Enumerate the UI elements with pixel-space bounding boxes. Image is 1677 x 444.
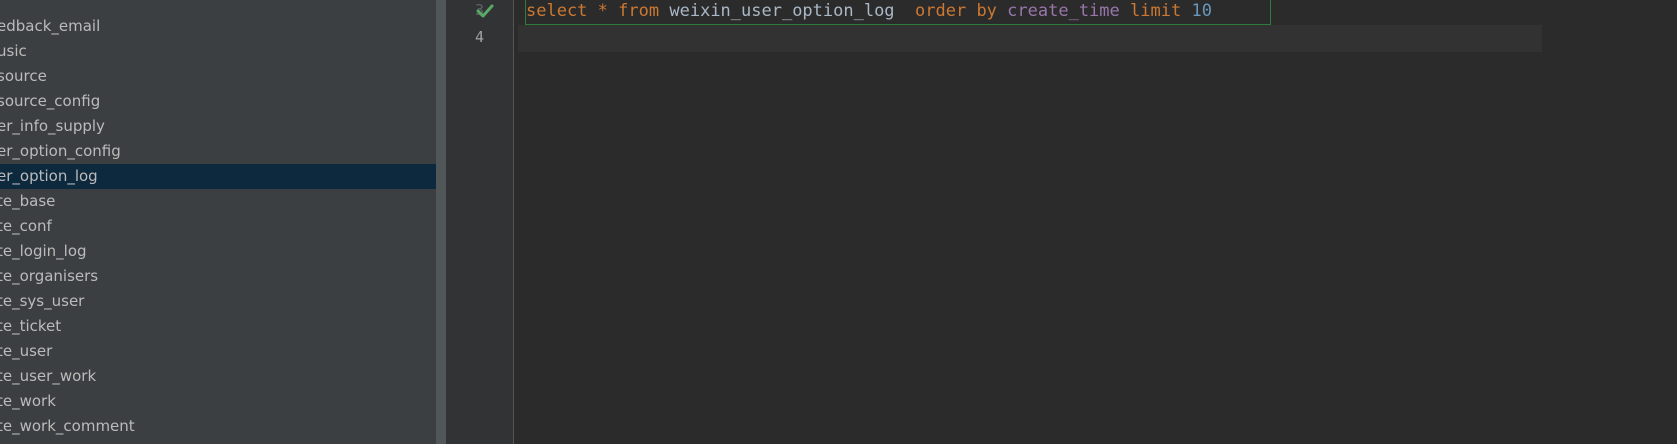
- tree-item[interactable]: er_info_supply: [0, 114, 436, 139]
- tree-item-label: edback_email: [0, 17, 101, 35]
- keyword-from: from: [618, 1, 660, 21]
- keyword-order-by: order by: [915, 1, 997, 21]
- tree-item-label: er_option_log: [0, 167, 98, 185]
- tree-item[interactable]: usic: [0, 39, 436, 64]
- query-line[interactable]: select * from weixin_user_option_log ord…: [525, 0, 1271, 25]
- tree-item-label: source: [0, 67, 47, 85]
- tree-item-label: te_login_log: [0, 242, 87, 260]
- tree-item[interactable]: er_option_log: [0, 164, 436, 189]
- table-name: weixin_user_option_log: [669, 1, 895, 21]
- line-number-current: 4: [474, 28, 484, 46]
- tree-item-label: te_work: [0, 392, 56, 410]
- tree-item[interactable]: te_base: [0, 189, 436, 214]
- keyword-select: select: [526, 1, 588, 21]
- tree-item-label: te_conf: [0, 217, 52, 235]
- tree-item-label: te_ticket: [0, 317, 62, 335]
- tree-item-label: te_user: [0, 342, 53, 360]
- keyword-limit: limit: [1130, 1, 1182, 21]
- tree-item-label: usic: [0, 42, 27, 60]
- sql-editor[interactable]: select * from weixin_user_option_log ord…: [514, 0, 1677, 444]
- current-line-highlight: [518, 25, 1542, 52]
- tree-item-label: te_base: [0, 192, 56, 210]
- ide-window: edback_emailusic source source_config er_in…: [0, 0, 1677, 444]
- tree-item[interactable]: te_user_work: [0, 364, 436, 389]
- tree-item-label: er_option_config: [0, 142, 121, 160]
- tree-item[interactable]: te_sys_user: [0, 289, 436, 314]
- star-token: *: [597, 1, 608, 21]
- tree-item-label: te_organisers: [0, 267, 99, 285]
- limit-value: 10: [1191, 1, 1212, 21]
- tree-item[interactable]: source: [0, 64, 436, 89]
- tree-item[interactable]: er_option_config: [0, 139, 436, 164]
- tree-item-label: te_sys_user: [0, 292, 85, 310]
- tree-item[interactable]: te_conf: [0, 214, 436, 239]
- tree-item[interactable]: source_config: [0, 89, 436, 114]
- tree-item[interactable]: te_work: [0, 389, 436, 414]
- tree-item-label: te_user_work: [0, 367, 97, 385]
- tree-item[interactable]: te_ticket: [0, 314, 436, 339]
- database-tree-panel[interactable]: edback_emailusic source source_config er_in…: [0, 0, 436, 444]
- column-name: create_time: [1007, 1, 1120, 21]
- tree-item-label: source_config: [0, 92, 101, 110]
- tree-item[interactable]: edback_email: [0, 14, 436, 39]
- tree-item[interactable]: te_login_log: [0, 239, 436, 264]
- tree-item[interactable]: te_user: [0, 339, 436, 364]
- panel-splitter[interactable]: [436, 0, 446, 444]
- editor-gutter: 3 4: [446, 0, 514, 444]
- tree-item-label: er_info_supply: [0, 117, 105, 135]
- check-icon[interactable]: [476, 3, 494, 19]
- tree-item-label: te_work_comment: [0, 417, 135, 435]
- tree-item[interactable]: te_organisers: [0, 264, 436, 289]
- tree-item[interactable]: te_work_comment: [0, 414, 436, 439]
